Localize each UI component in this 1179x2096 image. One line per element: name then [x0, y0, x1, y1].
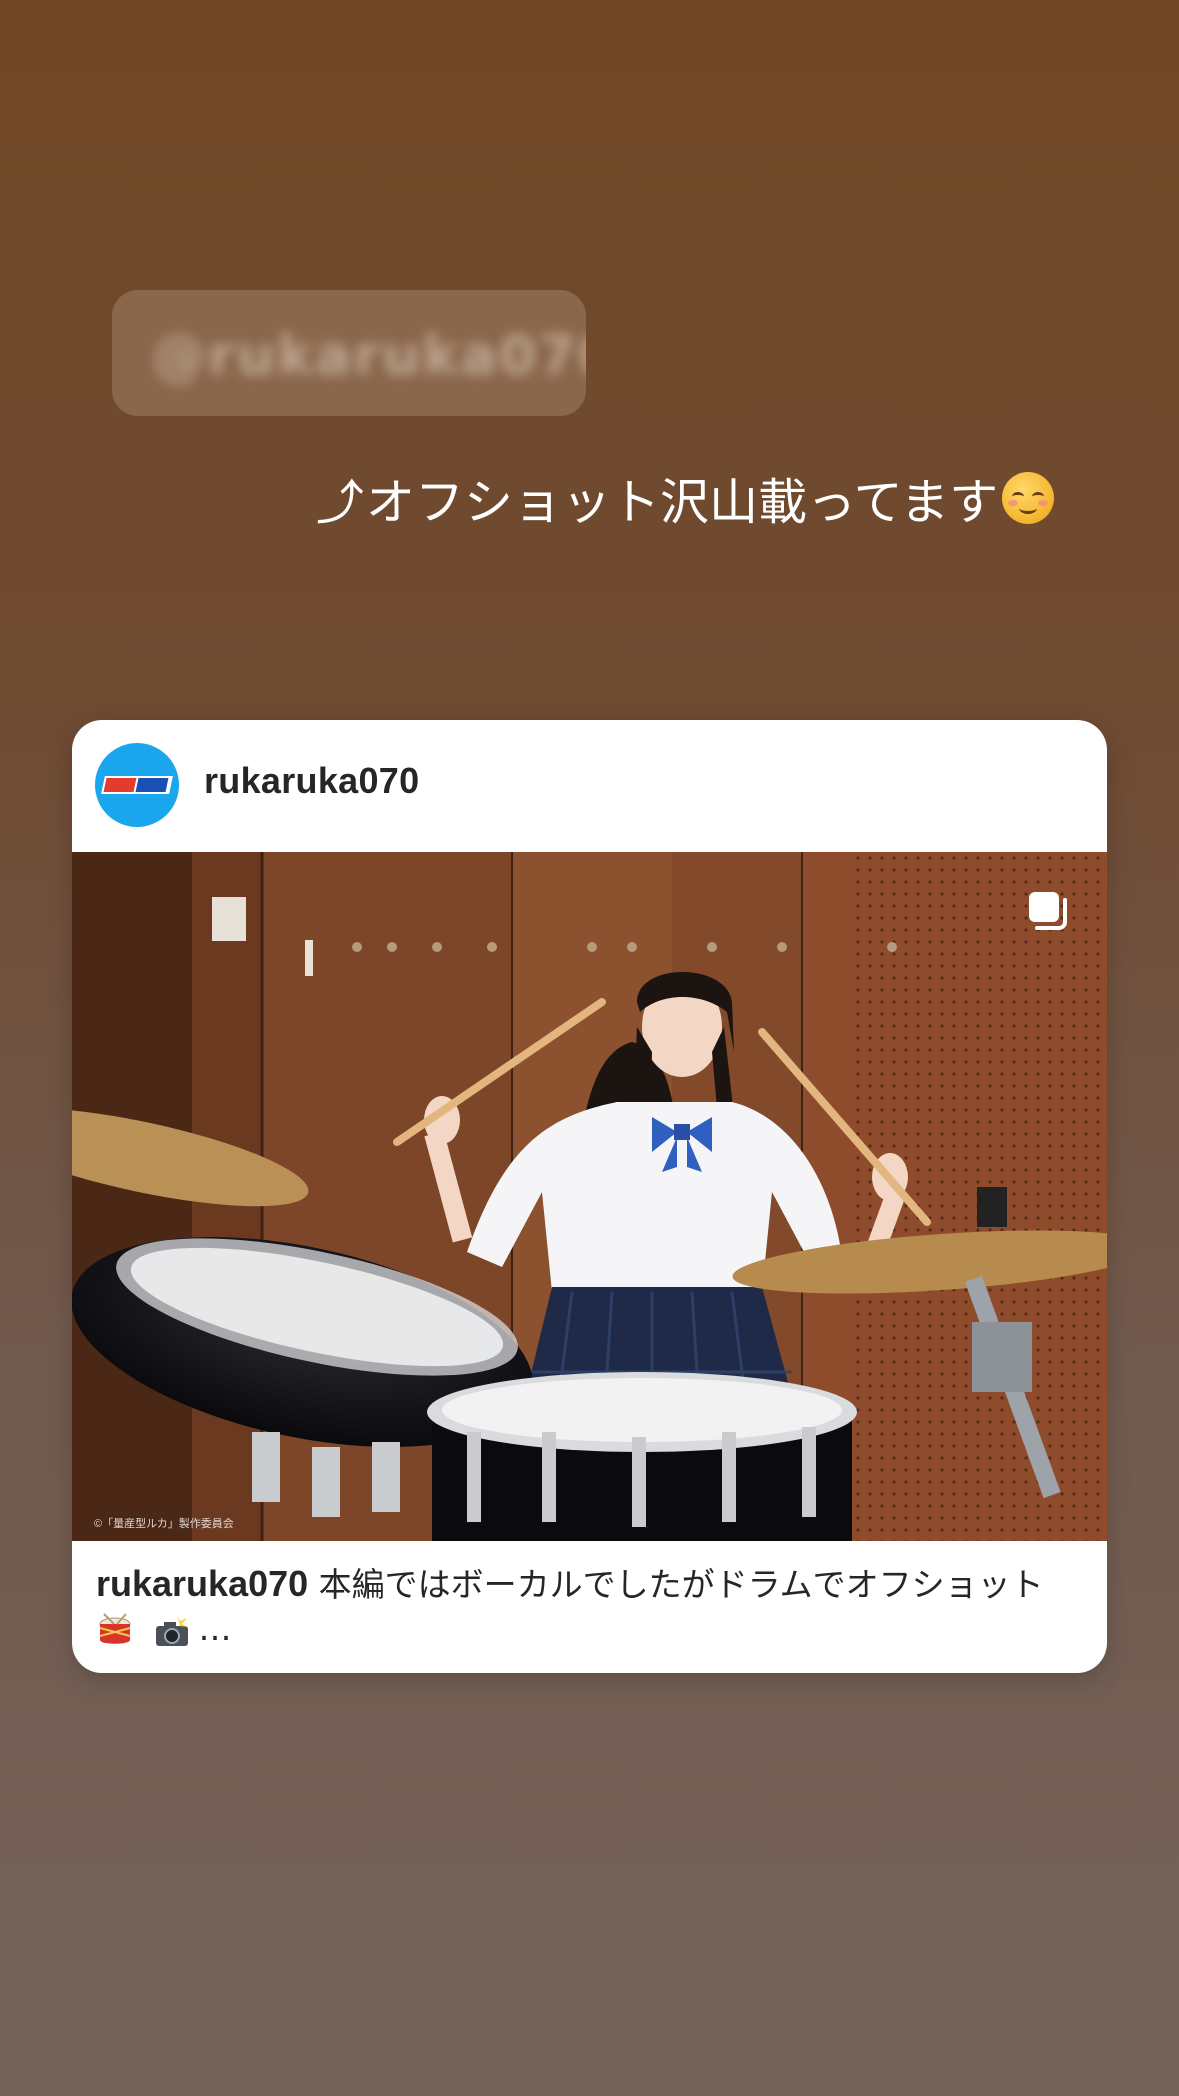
- camera-flash-emoji-icon: [155, 1613, 188, 1646]
- post-photo-illustration: [72, 852, 1107, 1541]
- caption-ellipsis: …: [198, 1609, 232, 1648]
- arrow-up-right-icon: ⤴: [316, 475, 365, 531]
- caption-text: 本編ではボーカルでしたがドラムでオフショット: [318, 1565, 1044, 1604]
- avatar[interactable]: [95, 743, 179, 827]
- mention-sticker[interactable]: @rukaruka070: [112, 290, 586, 416]
- story-caption-text: オフショット沢山載ってます: [366, 473, 999, 531]
- story-caption: ⤴ オフショット沢山載ってます: [316, 462, 1055, 534]
- drum-emoji-icon: [99, 1612, 131, 1644]
- post-header: rukaruka070: [72, 720, 1107, 852]
- photo-copyright: ©「量産型ルカ」製作委員会: [94, 1518, 234, 1530]
- shared-post-card[interactable]: rukaruka070 ©「量産型ルカ」製作委員会 rukaruka070 本編…: [72, 720, 1107, 1673]
- smiling-face-emoji-icon: [1002, 472, 1055, 524]
- post-caption: rukaruka070 本編ではボーカルでしたがドラムでオフショット …: [96, 1562, 1086, 1651]
- carousel-icon: [1029, 892, 1067, 930]
- post-photo[interactable]: ©「量産型ルカ」製作委員会: [72, 852, 1107, 1541]
- caption-username[interactable]: rukaruka070: [96, 1563, 308, 1604]
- post-username[interactable]: rukaruka070: [204, 760, 419, 802]
- mention-sticker-text: @rukaruka070: [152, 324, 586, 387]
